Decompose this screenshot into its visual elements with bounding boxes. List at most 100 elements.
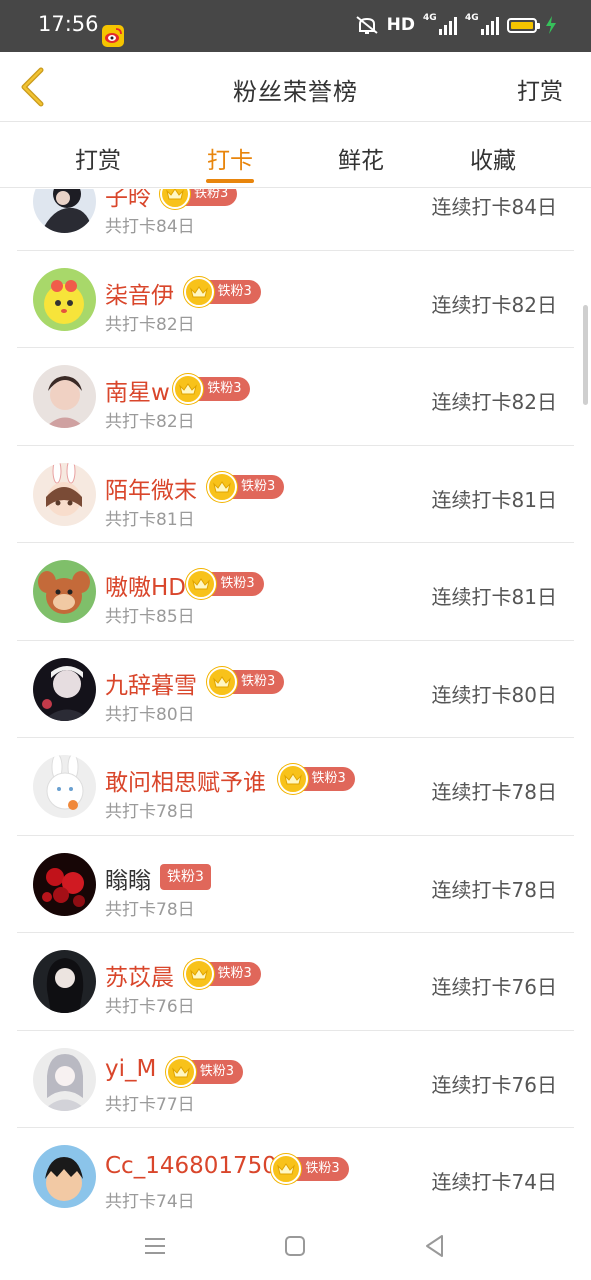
fan-name[interactable]: 柒音伊 — [105, 276, 174, 310]
avatar[interactable] — [33, 560, 96, 623]
reward-button[interactable]: 打赏 — [517, 72, 563, 106]
tab-favorites[interactable]: 收藏 — [443, 141, 543, 175]
fan-level-badge: 铁粉3 — [183, 959, 261, 989]
crown-icon — [277, 764, 308, 794]
fan-level-badge: 铁粉3 — [277, 764, 355, 794]
avatar[interactable] — [33, 657, 96, 721]
battery-icon — [507, 17, 540, 33]
header-bar: 粉丝荣誉榜 打赏 — [0, 52, 591, 122]
crown-icon — [207, 471, 237, 502]
avatar[interactable] — [33, 267, 96, 331]
fan-row[interactable]: 柒音伊 铁粉3 共打卡82日 连续打卡82日 — [17, 251, 574, 348]
total-checkin-text: 共打卡74日 — [105, 1192, 195, 1209]
crown-icon — [207, 666, 237, 697]
system-nav-bar — [0, 1209, 591, 1280]
fan-row[interactable]: 敢问相思赋予谁 铁粉3 共打卡78日 连续打卡78日 — [17, 738, 574, 836]
streak-text: 连续打卡81日 — [431, 487, 557, 512]
fan-level-badge: 铁粉3 — [186, 569, 264, 599]
fan-name[interactable]: 苏苡晨 — [105, 958, 174, 992]
tab-bar: 打赏 打卡 鲜花 收藏 — [0, 123, 591, 188]
fan-name[interactable]: 南星w — [105, 373, 170, 407]
avatar[interactable] — [33, 950, 96, 1013]
fan-row[interactable]: 陌年微末 铁粉3 共打卡81日 连续打卡81日 — [17, 446, 574, 543]
fan-name[interactable]: 敢问相思赋予谁 — [105, 763, 266, 797]
total-checkin-text: 共打卡82日 — [105, 412, 195, 432]
avatar[interactable] — [33, 1145, 96, 1208]
avatar[interactable] — [33, 755, 96, 818]
fan-row[interactable]: yi_M 铁粉3 共打卡77日 连续打卡76日 — [17, 1031, 574, 1128]
streak-text: 连续打卡76日 — [431, 975, 557, 999]
status-icons: HD 4G 4G — [355, 12, 557, 38]
fan-row[interactable]: 九辞暮雪 铁粉3 共打卡80日 连续打卡80日 — [17, 641, 574, 738]
crown-icon — [160, 189, 190, 209]
fan-name[interactable]: yi_M — [105, 1056, 156, 1082]
crown-icon — [183, 276, 214, 307]
weibo-icon — [102, 25, 124, 47]
page-title: 粉丝荣誉榜 — [233, 78, 358, 106]
fan-name[interactable]: 瞈瞈 — [105, 861, 151, 895]
streak-text: 连续打卡76日 — [431, 1072, 557, 1097]
fan-level-badge: 铁粉3 — [183, 276, 261, 307]
scrollbar[interactable] — [583, 305, 588, 405]
tab-checkin[interactable]: 打卡 — [180, 141, 280, 175]
streak-text: 连续打卡82日 — [431, 390, 557, 414]
fan-row[interactable]: Cc_146801750 铁粉3 共打卡74日 连续打卡74日 — [17, 1128, 574, 1209]
avatar[interactable] — [33, 462, 96, 526]
total-checkin-text: 共打卡77日 — [105, 1094, 195, 1115]
status-time: 17:56 — [38, 12, 99, 36]
fan-level-badge: 铁粉3 — [271, 1154, 349, 1184]
total-checkin-text: 共打卡78日 — [105, 899, 195, 920]
fan-level-badge: 铁粉3 — [173, 374, 251, 404]
streak-text: 连续打卡80日 — [431, 682, 557, 707]
fan-level-badge: 铁粉3 — [207, 666, 285, 697]
active-tab-indicator — [206, 179, 254, 183]
tab-reward[interactable]: 打赏 — [48, 141, 148, 175]
home-icon[interactable] — [280, 1231, 310, 1261]
fan-row[interactable]: 瞈瞈 铁粉3 共打卡78日 连续打卡78日 — [17, 836, 574, 933]
fan-level-badge: 铁粉3 — [207, 471, 285, 502]
hd-icon: HD — [386, 15, 415, 35]
avatar[interactable] — [33, 365, 96, 428]
fan-row[interactable]: 子昤 铁粉3 共打卡84日 连续打卡84日 — [17, 189, 574, 251]
status-bar: 17:56 HD 4G 4G — [0, 0, 591, 52]
crown-icon — [165, 1056, 196, 1087]
fan-level-label: 铁粉3 — [160, 863, 211, 890]
total-checkin-text: 共打卡82日 — [105, 314, 195, 335]
fan-level-badge: 铁粉3 — [160, 189, 238, 209]
fan-level-badge: 铁粉3 — [165, 1056, 244, 1087]
crown-icon — [173, 374, 204, 404]
fan-name[interactable]: 陌年微末 — [105, 471, 197, 505]
total-checkin-text: 共打卡80日 — [105, 704, 195, 725]
fan-name[interactable]: Cc_146801750 — [105, 1153, 277, 1179]
fan-name[interactable]: 九辞暮雪 — [105, 666, 197, 700]
total-checkin-text: 共打卡81日 — [105, 509, 195, 530]
streak-text: 连续打卡74日 — [431, 1170, 557, 1194]
tab-flowers[interactable]: 鲜花 — [311, 141, 411, 175]
charging-icon — [546, 16, 556, 34]
streak-text: 连续打卡84日 — [431, 195, 557, 219]
fan-level-badge: 铁粉3 — [160, 863, 211, 891]
fan-name[interactable]: 子昤 — [105, 189, 151, 212]
fan-list[interactable]: 子昤 铁粉3 共打卡84日 连续打卡84日 柒音伊 铁粉3 共打卡82日 连续打卡82日 南星w… — [0, 189, 591, 1209]
streak-text: 连续打卡78日 — [431, 877, 557, 902]
total-checkin-text: 共打卡78日 — [105, 802, 195, 822]
signal-icon: 4G — [423, 13, 457, 35]
fan-row[interactable]: 苏苡晨 铁粉3 共打卡76日 连续打卡76日 — [17, 933, 574, 1031]
avatar[interactable] — [33, 852, 96, 916]
total-checkin-text: 共打卡76日 — [105, 997, 195, 1017]
streak-text: 连续打卡82日 — [431, 292, 557, 317]
mute-icon — [356, 16, 378, 34]
back-triangle-icon[interactable] — [420, 1231, 450, 1261]
streak-text: 连续打卡81日 — [431, 585, 557, 609]
crown-icon — [183, 959, 214, 989]
fan-row[interactable]: 南星w 铁粉3 共打卡82日 连续打卡82日 — [17, 348, 574, 446]
avatar[interactable] — [33, 189, 96, 233]
streak-text: 连续打卡78日 — [431, 780, 557, 804]
signal-icon-2: 4G — [465, 13, 499, 35]
fan-row[interactable]: 嗷嗷HD 铁粉3 共打卡85日 连续打卡81日 — [17, 543, 574, 641]
fan-name[interactable]: 嗷嗷HD — [105, 568, 186, 602]
menu-icon[interactable] — [140, 1231, 170, 1261]
avatar[interactable] — [33, 1047, 96, 1111]
total-checkin-text: 共打卡84日 — [105, 217, 195, 237]
total-checkin-text: 共打卡85日 — [105, 607, 195, 627]
